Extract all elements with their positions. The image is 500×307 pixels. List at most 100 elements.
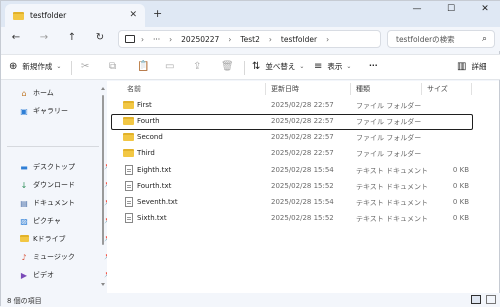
sidebar-item-label: ダウンロード — [33, 181, 75, 189]
details-label: 詳細 — [471, 62, 487, 71]
search-icon: ⌕ — [481, 34, 487, 44]
file-date: 2025/02/28 22:57 — [271, 133, 334, 141]
sidebar-item-label: ホーム — [33, 89, 54, 97]
column-divider[interactable] — [471, 83, 472, 95]
file-date: 2025/02/28 15:54 — [271, 166, 334, 174]
address-bar[interactable]: › ··· › 20250227 › Test2 › testfolder › — [118, 30, 381, 48]
documents-icon: ▤ — [20, 198, 28, 208]
file-row[interactable]: Second 2025/02/28 22:57 ファイル フォルダー — [111, 130, 473, 146]
breadcrumb-item[interactable]: testfolder — [281, 35, 317, 44]
breadcrumb-separator: › — [268, 34, 272, 44]
breadcrumb-separator: › — [228, 34, 232, 44]
details-pane-button[interactable]: ▥ 詳細 — [457, 61, 486, 72]
file-name: Sixth.txt — [137, 214, 167, 222]
sidebar-item-label: ピクチャ — [33, 217, 61, 225]
minimize-button[interactable]: — — [407, 4, 427, 14]
scroll-up-arrow[interactable] — [101, 87, 105, 90]
breadcrumb-separator: › — [326, 34, 330, 44]
sidebar-item-label: ビデオ — [33, 271, 54, 279]
back-button[interactable]: ← — [9, 32, 23, 43]
file-row[interactable]: Fourth.txt 2025/02/28 15:52 テキスト ドキュメント … — [111, 179, 473, 195]
file-type: テキスト ドキュメント — [356, 183, 429, 191]
column-header-type[interactable]: 種類 — [356, 84, 370, 96]
forward-button[interactable]: → — [37, 32, 51, 43]
copy-button[interactable]: ⧉ — [109, 61, 121, 72]
scissors-icon: ✂ — [81, 61, 90, 72]
file-type: ファイル フォルダー — [356, 150, 422, 158]
sidebar-divider — [7, 146, 99, 147]
text-file-icon — [125, 165, 133, 175]
column-divider[interactable] — [265, 83, 266, 95]
breadcrumb-more[interactable]: ··· — [153, 35, 160, 44]
pictures-icon: ▨ — [20, 216, 28, 226]
file-date: 2025/02/28 22:57 — [271, 117, 334, 125]
file-row[interactable]: Seventh.txt 2025/02/28 15:54 テキスト ドキュメント… — [111, 195, 473, 211]
file-type: ファイル フォルダー — [356, 134, 422, 142]
share-icon: ⇪ — [193, 61, 202, 72]
file-row[interactable]: Eighth.txt 2025/02/28 15:54 テキスト ドキュメント … — [111, 163, 473, 179]
tab-testfolder[interactable]: testfolder ✕ — [5, 4, 145, 27]
close-window-button[interactable]: ✕ — [475, 4, 495, 14]
paste-button[interactable]: 📋 — [137, 61, 154, 72]
file-size: 0 KB — [452, 214, 469, 222]
sidebar-item-label: ドキュメント — [33, 199, 75, 207]
breadcrumb-item[interactable]: 20250227 — [181, 35, 219, 44]
view-label: 表示 — [327, 62, 343, 71]
view-button[interactable]: ≡ 表示 ⌄ — [314, 61, 351, 72]
navigation-pane: ⌂ ホーム ▣ ギャラリー ▬ デスクトップ 📌 ↓ ダウンロード 📌 ▤ ドキ… — [1, 81, 113, 293]
new-button[interactable]: ⊕ 新規作成 ⌄ — [9, 61, 61, 72]
chevron-down-icon: ⌄ — [299, 63, 305, 70]
scrollbar-thumb[interactable] — [102, 95, 104, 245]
sort-icon: ⇅ — [252, 61, 261, 72]
file-list: 名前 更新日時 種類 サイズ First 2025/02/28 22:57 ファ… — [107, 81, 499, 293]
music-icon: ♪ — [21, 252, 27, 262]
search-input[interactable]: testfolderの検索 ⌕ — [387, 30, 495, 48]
tab-close-icon[interactable]: ✕ — [129, 10, 137, 20]
sidebar-item-label: Kドライブ — [33, 235, 66, 243]
divider — [71, 61, 72, 75]
text-file-icon — [125, 213, 133, 223]
sidebar-item-label: ギャラリー — [33, 107, 68, 115]
text-file-icon — [125, 197, 133, 207]
cut-button[interactable]: ✂ — [81, 61, 94, 72]
tiles-view-button[interactable] — [486, 295, 496, 304]
column-divider[interactable] — [350, 83, 351, 95]
search-placeholder: testfolderの検索 — [396, 34, 455, 44]
file-date: 2025/02/28 15:52 — [271, 182, 334, 190]
rename-button[interactable]: ▭ — [165, 61, 179, 72]
file-row[interactable]: Sixth.txt 2025/02/28 15:52 テキスト ドキュメント 0… — [111, 211, 473, 227]
sidebar-scrollbar[interactable] — [101, 81, 105, 293]
tab-label: testfolder — [30, 11, 67, 20]
file-type: テキスト ドキュメント — [356, 167, 429, 175]
column-header-name[interactable]: 名前 — [127, 84, 141, 96]
file-type: テキスト ドキュメント — [356, 215, 429, 223]
file-row-selected[interactable]: Fourth 2025/02/28 22:57 ファイル フォルダー — [111, 114, 473, 130]
new-tab-button[interactable]: + — [153, 7, 162, 20]
share-button[interactable]: ⇪ — [193, 61, 206, 72]
chevron-down-icon: ⌄ — [346, 63, 352, 70]
new-label: 新規作成 — [22, 62, 53, 71]
file-size: 0 KB — [452, 182, 469, 190]
sort-button[interactable]: ⇅ 並べ替え ⌄ — [252, 61, 304, 72]
delete-button[interactable]: 🗑 — [221, 61, 239, 72]
breadcrumb-item[interactable]: Test2 — [240, 35, 260, 44]
details-view-button[interactable] — [471, 295, 481, 304]
file-name: Fourth.txt — [137, 182, 172, 190]
file-row[interactable]: Third 2025/02/28 22:57 ファイル フォルダー — [111, 146, 473, 162]
file-row[interactable]: First 2025/02/28 22:57 ファイル フォルダー — [111, 98, 473, 114]
copy-icon: ⧉ — [109, 61, 117, 72]
file-name: Second — [137, 133, 163, 141]
sidebar-item-label: ミュージック — [33, 253, 75, 261]
maximize-button[interactable]: ☐ — [441, 4, 461, 14]
file-name: Seventh.txt — [137, 198, 178, 206]
trash-icon: 🗑 — [221, 61, 234, 72]
column-header-date[interactable]: 更新日時 — [271, 84, 299, 96]
up-button[interactable]: ↑ — [65, 32, 79, 43]
column-divider[interactable] — [421, 83, 422, 95]
column-header-size[interactable]: サイズ — [427, 84, 448, 96]
refresh-button[interactable]: ↻ — [93, 32, 107, 43]
scroll-down-arrow[interactable] — [101, 283, 105, 286]
download-icon: ↓ — [20, 180, 28, 190]
explorer-window: testfolder ✕ + — ☐ ✕ ← → ↑ ↻ › ··· › 202… — [0, 0, 500, 307]
more-options-button[interactable]: ··· — [369, 61, 378, 70]
